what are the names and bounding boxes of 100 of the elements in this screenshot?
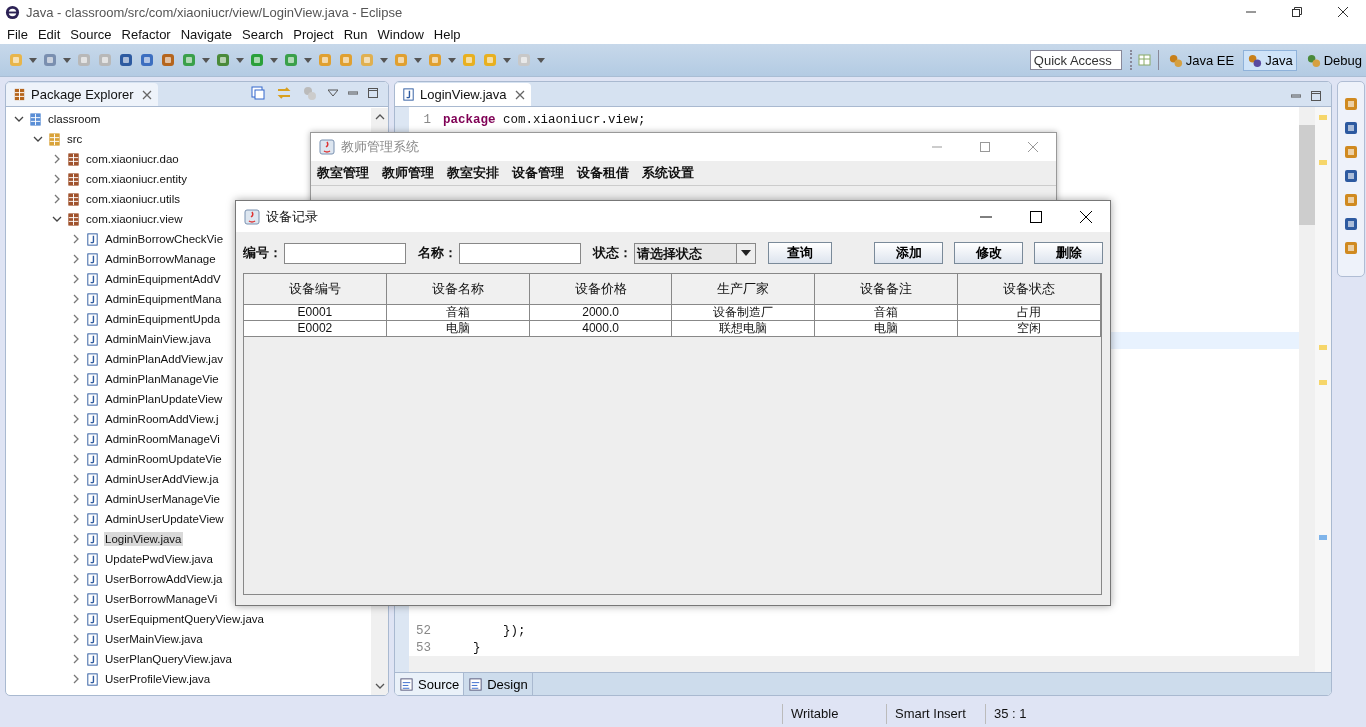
chevron-icon[interactable] [71,554,81,564]
column-header[interactable]: 设备备注 [815,274,959,304]
column-header[interactable]: 设备状态 [958,274,1101,304]
chevron-icon[interactable] [71,274,81,284]
warning-marker[interactable] [1319,160,1327,165]
column-header[interactable]: 生产厂家 [672,274,816,304]
editor-mode-tab[interactable]: Source [395,673,465,695]
tree-item[interactable]: AdminUserAddView.ja [104,472,220,486]
tree-item[interactable]: com.xiaoniucr.entity [85,172,188,186]
tree-item[interactable]: src [66,132,84,146]
close-icon[interactable] [1338,7,1348,17]
close-icon[interactable] [1080,210,1092,223]
chevron-icon[interactable] [71,534,81,544]
chevron-icon[interactable] [71,454,81,464]
package-explorer-tab[interactable]: Package Explorer [6,83,158,106]
chevron-icon[interactable] [71,634,81,644]
column-header[interactable]: 设备名称 [386,274,530,304]
chevron-icon[interactable] [71,354,81,364]
search-button[interactable]: 查询 [768,242,832,264]
tree-item[interactable]: AdminPlanUpdateView [104,392,224,406]
tree-item[interactable]: AdminEquipmentAddV [104,272,222,286]
tree-item[interactable]: UserMainView.java [104,632,204,646]
warning-marker[interactable] [1319,380,1327,385]
menu-item[interactable]: Window [373,26,430,42]
warning-marker[interactable] [1319,345,1327,350]
chevron-icon[interactable] [71,254,81,264]
menu-item[interactable]: 设备管理 [512,164,564,182]
action-button[interactable]: 删除 [1034,242,1103,264]
menu-item[interactable]: 教室安排 [447,164,499,182]
tree-item[interactable]: AdminMainView.java [104,332,212,346]
menu-item[interactable]: 教师管理 [382,164,434,182]
maximize-icon[interactable] [1030,210,1042,223]
caret-icon[interactable] [448,57,456,63]
chevron-icon[interactable] [71,654,81,664]
caret-icon[interactable] [270,57,278,63]
occurrence-marker[interactable] [1319,535,1327,540]
perspective-button[interactable]: Debug [1301,49,1366,71]
caret-icon[interactable] [503,57,511,63]
menu-item[interactable]: 系统设置 [642,164,694,182]
chevron-icon[interactable] [33,134,43,144]
menu-item[interactable]: Edit [33,26,67,42]
tree-item[interactable]: AdminEquipmentMana [104,292,223,306]
chevron-icon[interactable] [71,494,81,504]
editor-mode-tab[interactable]: Design [464,673,533,695]
chevron-icon[interactable] [71,614,81,624]
column-header[interactable]: 设备编号 [244,274,387,304]
menu-item[interactable]: Project [289,26,340,42]
tree-item[interactable]: UserBorrowManageVi [104,592,219,606]
caret-icon[interactable] [29,57,37,63]
menu-item[interactable]: Source [66,26,118,42]
chevron-icon[interactable] [71,474,81,484]
tree-item[interactable]: classroom [47,112,102,126]
perspective-button[interactable]: Java [1243,49,1297,71]
tree-item[interactable]: com.xiaoniucr.utils [85,192,181,206]
collapse-all-icon[interactable] [250,85,266,101]
minimize-icon[interactable] [1291,91,1301,101]
chevron-icon[interactable] [52,214,62,224]
chevron-icon[interactable] [71,514,81,524]
tree-item[interactable]: UpdatePwdView.java [104,552,214,566]
menu-item[interactable]: File [3,26,34,42]
tree-item[interactable]: AdminBorrowCheckVie [104,232,225,246]
chevron-icon[interactable] [52,174,62,184]
input-field[interactable] [284,242,406,264]
input-field[interactable] [459,242,581,264]
tree-item[interactable]: AdminPlanAddView.jav [104,352,225,366]
caret-icon[interactable] [537,57,545,63]
chevron-icon[interactable] [71,314,81,324]
tree-item[interactable]: com.xiaoniucr.view [85,212,184,226]
caret-icon[interactable] [380,57,388,63]
tree-item[interactable]: UserProfileView.java [104,672,212,686]
tree-item[interactable]: AdminRoomManageVi [104,432,221,446]
tree-item[interactable]: com.xiaoniucr.dao [85,152,180,166]
tree-item[interactable]: AdminPlanManageVie [104,372,220,386]
caret-icon[interactable] [236,57,244,63]
menu-item[interactable]: Refactor [117,26,177,42]
scroll-down-icon[interactable] [374,683,385,689]
action-button[interactable]: 添加 [874,242,943,264]
status-dropdown[interactable]: 请选择状态 [634,242,756,264]
menu-item[interactable]: 设备租借 [577,164,629,182]
tree-item[interactable]: UserEquipmentQueryView.java [104,612,265,626]
tree-item[interactable]: AdminBorrowManage [104,252,217,266]
chevron-icon[interactable] [52,154,62,164]
menu-item[interactable]: Run [339,26,374,42]
tree-item[interactable]: UserBorrowAddView.ja [104,572,224,586]
chevron-icon[interactable] [52,194,62,204]
menu-item[interactable]: Search [238,26,290,42]
perspective-button[interactable]: Java EE [1163,49,1239,71]
caret-icon[interactable] [63,57,71,63]
chevron-icon[interactable] [71,294,81,304]
tree-item[interactable]: AdminUserManageVie [104,492,221,506]
chevron-icon[interactable] [14,114,24,124]
chevron-icon[interactable] [71,334,81,344]
chevron-icon[interactable] [71,394,81,404]
tree-item[interactable]: UserPlanQueryView.java [104,652,233,666]
tree-item[interactable]: AdminRoomAddView.j [104,412,220,426]
menu-item[interactable]: Help [429,26,467,42]
scrollbar-thumb[interactable] [1299,125,1315,225]
tree-item[interactable]: AdminUserUpdateView [104,512,225,526]
chevron-icon[interactable] [71,234,81,244]
action-button[interactable]: 修改 [954,242,1023,264]
